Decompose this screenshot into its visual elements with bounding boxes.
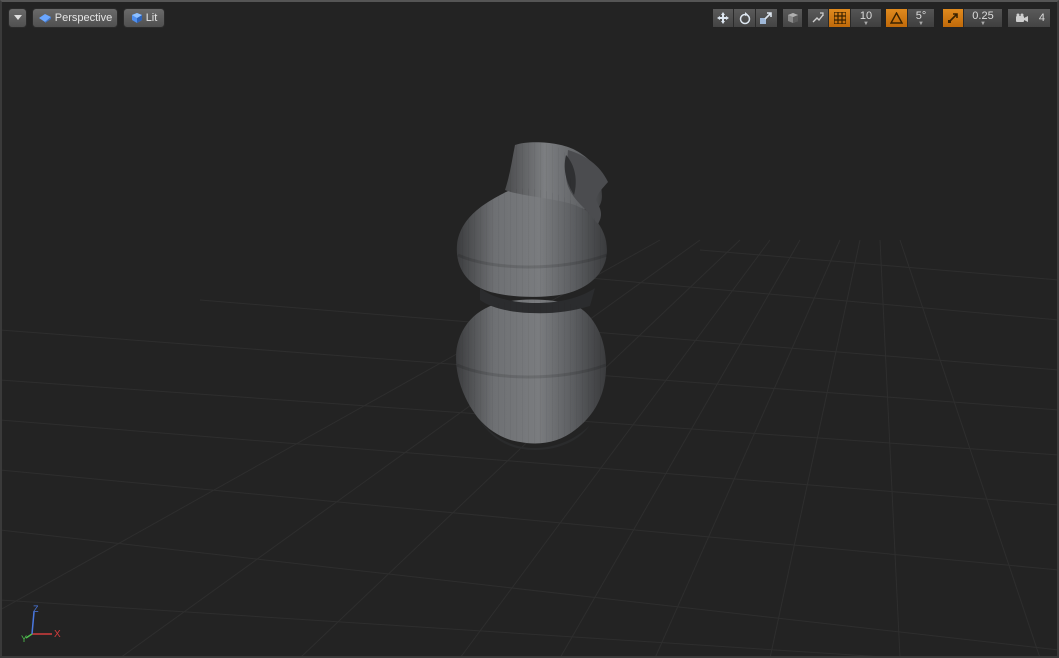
grid-snap-icon xyxy=(833,12,846,24)
chevron-down-icon: ▼ xyxy=(863,20,869,27)
scale-snap-value-text: 0.25 xyxy=(972,9,994,22)
translate-tool[interactable] xyxy=(713,9,735,27)
axis-x-label: X xyxy=(54,629,61,640)
view-mode-button[interactable]: Perspective xyxy=(32,8,118,28)
surface-snap-icon xyxy=(812,12,824,23)
scale-snap-toggle[interactable] xyxy=(943,9,964,27)
lit-sphere-icon xyxy=(131,13,142,23)
camera-speed-button[interactable]: 4 xyxy=(1008,9,1050,27)
translate-arrows-icon xyxy=(717,12,730,24)
world-local-toggle[interactable] xyxy=(783,9,802,27)
world-local-cube-icon xyxy=(787,13,798,23)
axis-z-label: Z xyxy=(33,604,39,614)
surface-snap-toggle[interactable] xyxy=(808,9,829,27)
perspective-cube-icon xyxy=(38,14,51,23)
scale-snap-value[interactable]: 0.25 ▼ xyxy=(964,9,1002,27)
camera-speed-group: 4 xyxy=(1007,8,1051,28)
lighting-mode-label: Lit xyxy=(145,12,158,24)
rotation-snap-icon xyxy=(890,12,903,24)
level-viewport[interactable]: X Z Y Perspective Lit 10 ▼ 5° ▼ 0.25 ▼ 4 xyxy=(0,0,1059,658)
scale-snap-group: 0.25 ▼ xyxy=(942,8,1003,28)
grid-snap-value[interactable]: 10 ▼ xyxy=(851,9,881,27)
viewport-scene[interactable]: X Z Y xyxy=(0,0,1059,658)
grid-snap-toggle[interactable] xyxy=(829,9,851,27)
rotation-snap-value-text: 5° xyxy=(915,9,927,22)
chevron-down-icon xyxy=(13,15,22,20)
scale-tool[interactable] xyxy=(755,9,777,27)
rotation-snap-value[interactable]: 5° ▼ xyxy=(908,9,934,27)
chevron-down-icon: ▼ xyxy=(918,20,924,27)
rotation-snap-group: 5° ▼ xyxy=(885,8,935,28)
rotate-tool[interactable] xyxy=(734,9,756,27)
grid-snap-group: 10 ▼ xyxy=(807,8,882,28)
camera-speed-value: 4 xyxy=(1038,12,1046,24)
coordinate-system xyxy=(782,8,803,28)
view-mode-label: Perspective xyxy=(54,12,113,24)
gourd-mesh[interactable] xyxy=(455,142,608,450)
camera-speed-icon xyxy=(1015,13,1028,22)
rotation-snap-toggle[interactable] xyxy=(886,9,908,27)
grid-snap-value-text: 10 xyxy=(859,9,873,22)
scale-icon xyxy=(760,12,773,24)
axis-gizmo xyxy=(25,611,52,639)
lighting-mode-button[interactable]: Lit xyxy=(123,8,165,28)
transform-tools xyxy=(712,8,778,28)
scale-snap-icon xyxy=(948,13,958,23)
rotate-icon xyxy=(739,12,750,25)
viewport-options-button[interactable] xyxy=(8,8,27,28)
chevron-down-icon: ▼ xyxy=(980,20,986,27)
axis-y-label: Y xyxy=(21,634,27,644)
